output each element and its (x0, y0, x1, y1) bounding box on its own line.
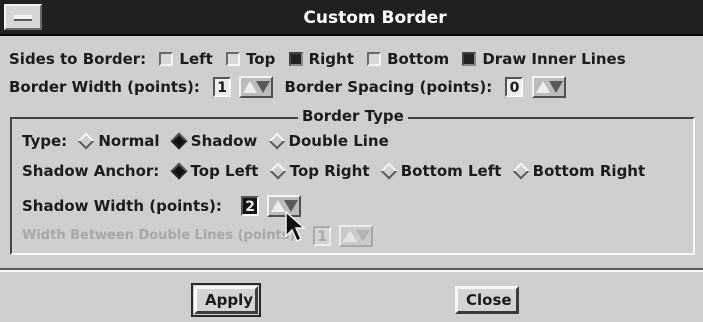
arrow-up-icon[interactable] (243, 80, 258, 93)
arrow-down-icon (355, 230, 370, 242)
anchor-top-left-radio[interactable] (170, 162, 188, 179)
right-label[interactable]: Right (309, 47, 354, 71)
type-normal-label[interactable]: Normal (98, 129, 159, 153)
border-spacing-spinner[interactable] (531, 75, 566, 98)
border-width-label: Border Width (points): (9, 77, 200, 96)
shadow-anchor-label: Shadow Anchor: (22, 161, 160, 180)
type-row: Type: Normal Shadow Double Line (22, 128, 389, 152)
shadow-anchor-row: Shadow Anchor: Top Left Top Right Bottom… (22, 158, 645, 182)
close-button[interactable]: Close (455, 286, 519, 314)
shadow-width-row: Shadow Width (points): 2 (22, 193, 302, 217)
anchor-bottom-left-radio[interactable] (380, 162, 398, 179)
anchor-top-right-radio[interactable] (269, 162, 287, 179)
top-label[interactable]: Top (246, 47, 275, 71)
anchor-top-right-label[interactable]: Top Right (290, 159, 370, 183)
right-checkbox[interactable] (288, 51, 303, 66)
window-title: Custom Border (303, 8, 447, 28)
border-width-spinner[interactable] (239, 75, 274, 98)
mouse-pointer-icon (285, 210, 306, 243)
double-width-field: 1 (313, 226, 332, 246)
system-menu-button[interactable] (4, 4, 42, 30)
anchor-bottom-right-radio[interactable] (512, 162, 530, 179)
left-label[interactable]: Left (179, 47, 212, 71)
double-width-row: Width Between Double Lines (points): 1 (22, 224, 373, 248)
type-normal-radio[interactable] (77, 132, 95, 149)
arrow-up-icon[interactable] (535, 80, 550, 93)
minus-icon (14, 15, 32, 21)
inner-lines-label[interactable]: Draw Inner Lines (482, 47, 625, 71)
type-double-line-radio[interactable] (268, 132, 286, 149)
apply-button[interactable]: Apply (191, 283, 261, 317)
anchor-top-left-label[interactable]: Top Left (191, 159, 259, 183)
border-metrics-row: Border Width (points): 1 Border Spacing … (9, 74, 566, 98)
footer-separator (0, 268, 703, 272)
sides-row: Sides to Border: Left Top Right Bottom D… (9, 46, 626, 70)
type-double-line-label[interactable]: Double Line (289, 129, 389, 153)
anchor-bottom-left-label[interactable]: Bottom Left (401, 159, 502, 183)
top-checkbox[interactable] (226, 51, 241, 66)
bottom-checkbox[interactable] (367, 51, 382, 66)
bottom-label[interactable]: Bottom (387, 47, 449, 71)
shadow-width-label: Shadow Width (points): (22, 196, 222, 215)
type-shadow-radio[interactable] (170, 132, 188, 149)
border-width-field[interactable]: 1 (213, 76, 232, 97)
border-type-title: Border Type (298, 104, 408, 128)
border-spacing-field[interactable]: 0 (505, 76, 524, 97)
left-checkbox[interactable] (159, 51, 174, 66)
sides-label: Sides to Border: (9, 49, 147, 68)
border-spacing-label: Border Spacing (points): (284, 77, 493, 96)
title-bar: Custom Border (0, 0, 703, 36)
type-shadow-label[interactable]: Shadow (191, 129, 258, 153)
type-label: Type: (22, 131, 68, 150)
arrow-up-icon (342, 230, 357, 242)
arrow-down-icon[interactable] (256, 80, 271, 93)
inner-lines-checkbox[interactable] (462, 51, 477, 66)
double-width-label: Width Between Double Lines (points): (22, 228, 301, 243)
arrow-down-icon[interactable] (548, 80, 563, 93)
shadow-width-field[interactable]: 2 (241, 195, 260, 216)
double-width-spinner (338, 225, 373, 247)
anchor-bottom-right-label[interactable]: Bottom Right (533, 159, 646, 183)
